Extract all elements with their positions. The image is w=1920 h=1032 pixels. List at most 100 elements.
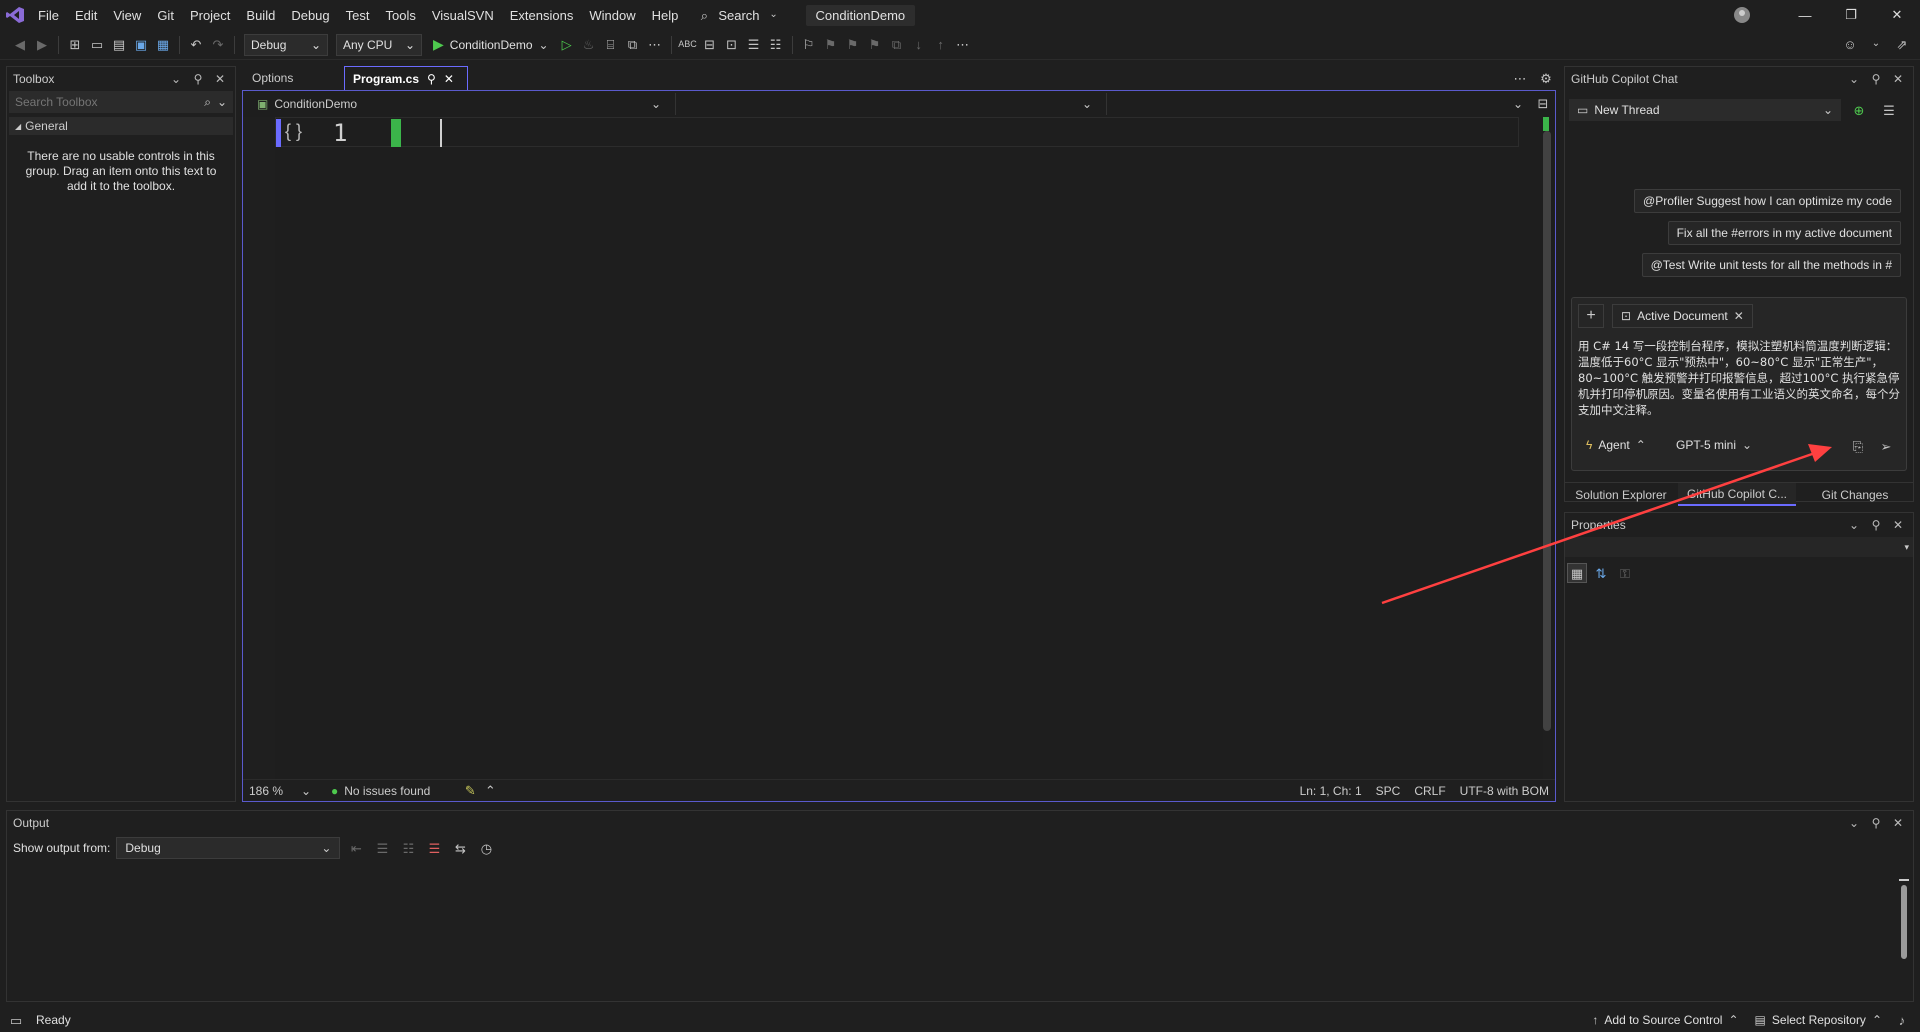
redo-icon[interactable]: ↷ xyxy=(208,35,228,55)
close-icon[interactable]: ✕ xyxy=(1734,309,1744,323)
output-vertical-scrollbar[interactable] xyxy=(1899,879,1909,959)
categorized-icon[interactable]: ▦ xyxy=(1567,563,1587,583)
search-icon[interactable]: ⌕ xyxy=(204,95,211,110)
thread-list-icon[interactable]: ☰ xyxy=(1879,100,1899,120)
select-repository[interactable]: ▤ Select Repository ⌃ xyxy=(1755,1013,1882,1027)
menu-project[interactable]: Project xyxy=(182,0,238,30)
live-share-icon[interactable]: ⇗ xyxy=(1892,34,1912,54)
clear-all-icon[interactable]: ☰ xyxy=(424,838,444,858)
tab-solution-explorer[interactable]: Solution Explorer xyxy=(1564,483,1678,506)
configuration-dropdown[interactable]: Debug ⌄ xyxy=(244,33,328,56)
chevron-down-icon[interactable]: ⌄ xyxy=(1845,518,1863,532)
type-nav-dropdown[interactable]: ⌄ xyxy=(675,93,1100,115)
suggestion-profiler[interactable]: @Profiler Suggest how I can optimize my … xyxy=(1634,189,1901,213)
toolbox-search-input[interactable] xyxy=(15,95,175,109)
file-encoding[interactable]: UTF-8 with BOM xyxy=(1460,784,1549,798)
toolbox-search[interactable]: ⌕ ⌄ xyxy=(9,91,233,113)
minimize-button[interactable]: — xyxy=(1782,0,1828,30)
step-into-icon[interactable]: ↓ xyxy=(909,35,929,55)
account-icon[interactable] xyxy=(1722,0,1762,30)
close-icon[interactable]: ✕ xyxy=(211,72,229,86)
close-icon[interactable]: ✕ xyxy=(1889,816,1907,830)
menu-window[interactable]: Window xyxy=(581,0,643,30)
clear-bookmark-icon[interactable]: ⚑ xyxy=(865,35,885,55)
chevron-down-icon[interactable]: ⌄ xyxy=(1845,816,1863,830)
restore-button[interactable]: ❐ xyxy=(1828,0,1874,30)
thread-dropdown[interactable]: ▭ New Thread ⌄ xyxy=(1569,99,1841,121)
menu-view[interactable]: View xyxy=(105,0,149,30)
menu-help[interactable]: Help xyxy=(644,0,687,30)
chevron-down-icon[interactable]: ⌄ xyxy=(1845,72,1863,86)
code-cleanup-icon[interactable]: ✎ xyxy=(460,781,480,801)
more-icon[interactable]: ⋯ xyxy=(953,35,973,55)
timestamp-icon[interactable]: ◷ xyxy=(476,838,496,858)
more-icon[interactable]: ⋯ xyxy=(1510,68,1530,88)
go-to-next-icon[interactable]: ☰ xyxy=(372,838,392,858)
line-ending[interactable]: CRLF xyxy=(1414,784,1445,798)
hot-reload-icon[interactable]: ♨ xyxy=(579,35,599,55)
step-out-icon[interactable]: ↑ xyxy=(931,35,951,55)
add-to-source-control[interactable]: ↑ Add to Source Control ⌃ xyxy=(1592,1013,1738,1027)
mode-dropdown[interactable]: ϟ Agent ⌃ xyxy=(1586,438,1646,452)
menu-edit[interactable]: Edit xyxy=(67,0,105,30)
new-thread-icon[interactable]: ⊕ xyxy=(1849,100,1869,120)
start-without-debug-icon[interactable]: ▷ xyxy=(557,35,577,55)
menu-extensions[interactable]: Extensions xyxy=(502,0,582,30)
platform-dropdown[interactable]: Any CPU ⌄ xyxy=(336,33,422,56)
more-icon[interactable]: ⋯ xyxy=(645,35,665,55)
global-search[interactable]: ⌕ Search ⌄ xyxy=(686,5,791,25)
open-icon[interactable]: ▤ xyxy=(109,35,129,55)
chevron-up-icon[interactable]: ⌃ xyxy=(480,781,500,801)
browse-icon[interactable]: ⌸ xyxy=(601,35,621,55)
forward-icon[interactable]: ▶ xyxy=(32,35,52,55)
gear-icon[interactable]: ⚙ xyxy=(1536,68,1556,88)
alphabetical-icon[interactable]: ⇅ xyxy=(1591,563,1611,583)
menu-file[interactable]: File xyxy=(30,0,67,30)
new-file-icon[interactable]: ▭ xyxy=(87,35,107,55)
menu-tools[interactable]: Tools xyxy=(377,0,423,30)
notifications-panel-icon[interactable]: ▭ xyxy=(6,1010,26,1030)
indent-icon[interactable]: ☷ xyxy=(766,35,786,55)
attach-icon[interactable]: ⎘ xyxy=(1848,436,1868,456)
menu-build[interactable]: Build xyxy=(238,0,283,30)
start-debug-button[interactable]: ▶ ConditionDemo ⌄ xyxy=(427,36,555,53)
cursor-position[interactable]: Ln: 1, Ch: 1 xyxy=(1300,784,1362,798)
property-pages-icon[interactable]: ⚿ xyxy=(1615,563,1635,583)
zoom-dropdown[interactable]: 186 % ⌄ xyxy=(243,784,317,798)
bell-icon[interactable]: ♪ xyxy=(1892,1010,1912,1030)
chat-input-box[interactable]: + ⊡ Active Document ✕ 用 C# 14 写一段控制台程序，模… xyxy=(1571,297,1907,471)
menu-visualsvn[interactable]: VisualSVN xyxy=(424,0,502,30)
indent-mode[interactable]: SPC xyxy=(1376,784,1401,798)
member-nav-dropdown[interactable]: ⌄ xyxy=(1106,93,1531,115)
toolbox-group-general[interactable]: ◢ General xyxy=(9,117,233,135)
suggestion-unit-tests[interactable]: @Test Write unit tests for all the metho… xyxy=(1641,253,1901,277)
spell-check-icon[interactable]: ABC xyxy=(678,35,698,55)
project-nav-dropdown[interactable]: ▣ ConditionDemo ⌄ xyxy=(249,93,669,115)
bookmark-icon[interactable]: ⚐ xyxy=(799,35,819,55)
copilot-icon[interactable]: ☺ xyxy=(1840,34,1860,54)
close-icon[interactable]: ✕ xyxy=(444,72,454,86)
comment-icon[interactable]: ⊟ xyxy=(700,35,720,55)
outdent-icon[interactable]: ☰ xyxy=(744,35,764,55)
output-source-dropdown[interactable]: Debug ⌄ xyxy=(116,837,341,859)
editor-vertical-scrollbar[interactable] xyxy=(1543,117,1551,779)
model-dropdown[interactable]: GPT-5 mini ⌄ xyxy=(1676,438,1752,452)
chat-prompt-text[interactable]: 用 C# 14 写一段控制台程序，模拟注塑机料筒温度判断逻辑：温度低于60°C … xyxy=(1578,338,1902,418)
add-context-button[interactable]: + xyxy=(1578,304,1604,328)
close-icon[interactable]: ✕ xyxy=(1889,72,1907,86)
tab-github-copilot-chat[interactable]: GitHub Copilot C... xyxy=(1678,483,1796,506)
save-all-icon[interactable]: ▦ xyxy=(153,35,173,55)
pin-icon[interactable]: ⚲ xyxy=(1867,72,1885,86)
scrollbar-thumb[interactable] xyxy=(1543,131,1551,731)
pin-icon[interactable]: ⚲ xyxy=(427,72,436,86)
context-chip-active-document[interactable]: ⊡ Active Document ✕ xyxy=(1612,304,1753,328)
issues-indicator[interactable]: ● No issues found xyxy=(331,784,430,798)
pin-icon[interactable]: ⚲ xyxy=(1867,816,1885,830)
tab-options[interactable]: Options xyxy=(244,66,344,90)
pin-icon[interactable]: ⚲ xyxy=(189,72,207,86)
undo-icon[interactable]: ↶ xyxy=(186,35,206,55)
attach-icon[interactable]: ⧉ xyxy=(623,35,643,55)
menu-debug[interactable]: Debug xyxy=(283,0,337,30)
menu-git[interactable]: Git xyxy=(149,0,182,30)
save-icon[interactable]: ▣ xyxy=(131,35,151,55)
